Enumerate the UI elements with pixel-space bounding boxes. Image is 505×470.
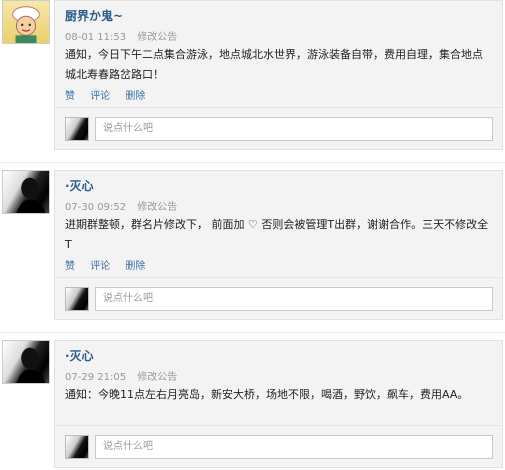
comment-area: 说点什么吧 (55, 277, 502, 320)
post-content: 通知：今晚11点左右月亮岛，新安大桥，场地不限，喝酒，野饮，飙车，费用AA。 (65, 388, 469, 401)
announcement-feed: 厨界か鬼~ 08-01 11:53 修改公告 通知，今日下午二点集合游泳，地点城… (0, 0, 505, 470)
user-silhouette-icon (16, 177, 46, 213)
avatar (65, 435, 89, 459)
delete-button[interactable]: 删除 (125, 91, 145, 102)
post-item: ·灭心 07-29 21:05 修改公告 通知：今晚11点左右月亮岛，新安大桥，… (0, 340, 505, 470)
avatar[interactable] (2, 0, 50, 44)
delete-button[interactable]: 删除 (125, 261, 145, 272)
post-time: 08-01 11:53 (65, 32, 127, 43)
post-item: 厨界か鬼~ 08-01 11:53 修改公告 通知，今日下午二点集合游泳，地点城… (0, 0, 505, 155)
divider (0, 332, 505, 333)
comment-input[interactable]: 说点什么吧 (95, 287, 493, 311)
post-time: 07-30 09:52 (65, 202, 127, 213)
post-card: 厨界か鬼~ 08-01 11:53 修改公告 通知，今日下午二点集合游泳，地点城… (54, 0, 503, 150)
divider (0, 162, 505, 163)
like-button[interactable]: 赞 (65, 261, 75, 272)
post-card: ·灭心 07-30 09:52 修改公告 进期群整顿，群名片修改下， 前面加 ♡… (54, 170, 503, 320)
post-meta: 07-30 09:52 修改公告 (65, 198, 177, 213)
post-item: ·灭心 07-30 09:52 修改公告 进期群整顿，群名片修改下， 前面加 ♡… (0, 170, 505, 325)
post-meta: 08-01 11:53 修改公告 (65, 28, 177, 43)
post-actions: 赞 评论 删除 (65, 257, 157, 272)
post-content: 通知，今日下午二点集合游泳，地点城北水世界，游泳装备自带，费用自理，集合地点城北… (65, 48, 483, 81)
post-content: 进期群整顿，群名片修改下， 前面加 ♡ 否则会被管理T出群，谢谢合作。三天不修改… (65, 218, 489, 251)
post-actions: 赞 评论 删除 (65, 87, 157, 102)
comment-area: 说点什么吧 (55, 107, 502, 150)
comment-input[interactable]: 说点什么吧 (95, 117, 493, 141)
edit-announcement-link[interactable]: 修改公告 (137, 32, 177, 43)
avatar[interactable] (2, 170, 50, 214)
post-time: 07-29 21:05 (65, 372, 127, 383)
comment-button[interactable]: 评论 (90, 261, 110, 272)
avatar[interactable] (2, 340, 50, 384)
like-button[interactable]: 赞 (65, 91, 75, 102)
edit-announcement-link[interactable]: 修改公告 (137, 202, 177, 213)
avatar (65, 117, 89, 141)
post-meta: 07-29 21:05 修改公告 (65, 368, 177, 383)
user-silhouette-icon (16, 347, 46, 383)
comment-button[interactable]: 评论 (90, 91, 110, 102)
edit-announcement-link[interactable]: 修改公告 (137, 372, 177, 383)
post-card: ·灭心 07-29 21:05 修改公告 通知：今晚11点左右月亮岛，新安大桥，… (54, 340, 503, 468)
avatar (65, 287, 89, 311)
author-name[interactable]: ·灭心 (65, 177, 94, 194)
comment-input[interactable]: 说点什么吧 (95, 435, 493, 459)
comment-area: 说点什么吧 (55, 425, 502, 468)
chef-avatar-icon (12, 6, 40, 43)
author-name[interactable]: 厨界か鬼~ (65, 7, 123, 24)
author-name[interactable]: ·灭心 (65, 347, 94, 364)
